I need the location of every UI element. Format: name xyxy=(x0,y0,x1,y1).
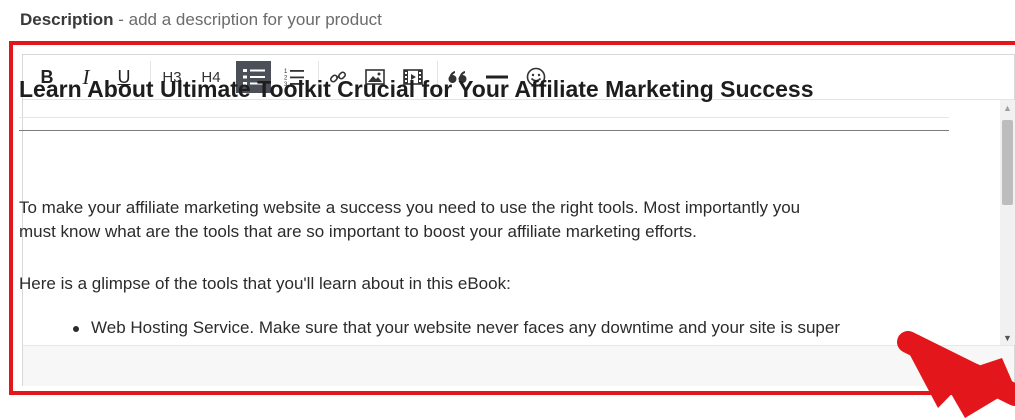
paragraph-line: must know what are the tools that are so… xyxy=(19,222,697,241)
content-scrollbar[interactable]: ▲ ▼ xyxy=(1000,100,1015,345)
svg-text:1: 1 xyxy=(284,69,288,75)
description-label: Description - add a description for your… xyxy=(20,10,382,30)
paragraph: Here is a glimpse of the tools that you'… xyxy=(19,274,511,293)
heading-underline xyxy=(19,117,949,118)
editor-statusbar xyxy=(23,345,1014,386)
description-title: Description xyxy=(20,10,114,29)
scroll-down-icon[interactable]: ▼ xyxy=(1000,330,1015,345)
resize-grip-icon[interactable] xyxy=(998,370,1008,380)
paragraph-line: To make your affiliate marketing website… xyxy=(19,198,801,217)
bullet-dot xyxy=(73,326,79,332)
content-heading: Learn About Ultimate Toolkit Crucial for… xyxy=(19,76,814,102)
scrollbar-thumb[interactable] xyxy=(1002,120,1013,205)
horizontal-rule xyxy=(19,130,949,131)
list-item: Web Hosting Service. Make sure that your… xyxy=(91,318,840,337)
scroll-up-icon[interactable]: ▲ xyxy=(1000,100,1015,115)
description-hint: - add a description for your product xyxy=(113,10,382,29)
